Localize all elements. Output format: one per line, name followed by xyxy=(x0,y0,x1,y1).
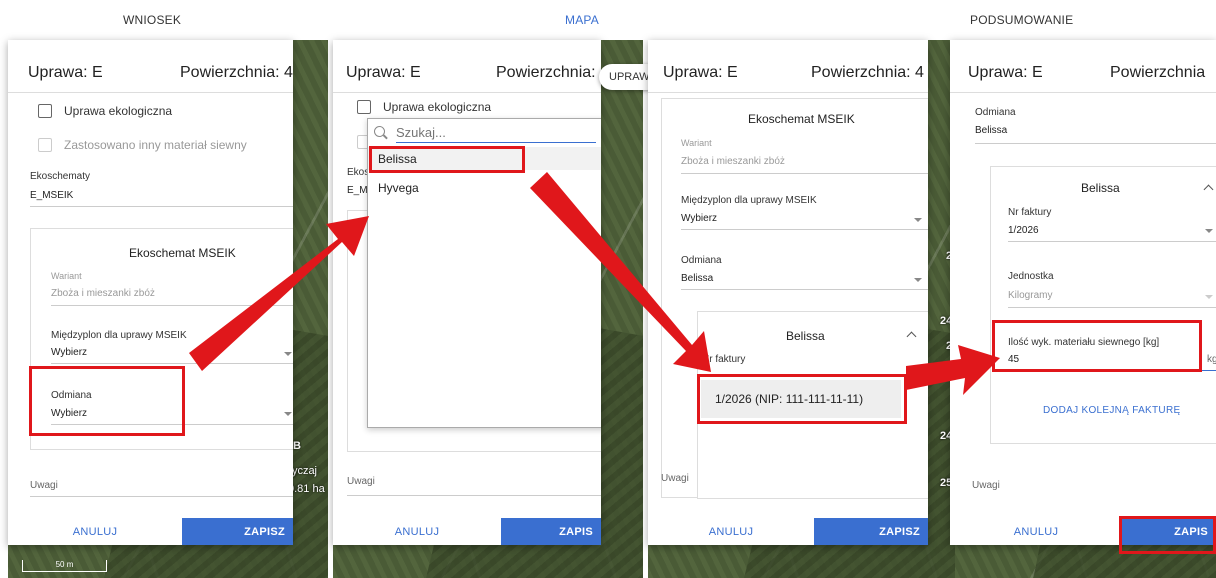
uwagi-label: Uwagi xyxy=(661,473,689,484)
add-invoice-button[interactable]: DODAJ KOLEJNĄ FAKTURĘ xyxy=(1043,405,1180,416)
miedzyplon-label: Międzyplon dla uprawy MSEIK xyxy=(51,330,187,341)
chevron-down-icon[interactable] xyxy=(1205,229,1213,233)
jednostka-select: Kilogramy xyxy=(1008,290,1053,301)
belissa-card: Belissa Nr faktury 1/2026 Jednostka Kilo… xyxy=(990,166,1216,444)
tab-mapa[interactable]: MAPA xyxy=(565,13,599,27)
mseik-title: Ekoschemat MSEIK xyxy=(748,112,855,126)
edit-panel-1: Uprawa: E Powierzchnia: 4, Uprawa ekolog… xyxy=(8,40,293,545)
map-scale: 50 m xyxy=(22,560,107,572)
save-button[interactable]: ZAPIS xyxy=(1122,518,1216,545)
uwagi-label: Uwagi xyxy=(347,476,375,487)
mseik-card: Ekoschemat MSEIK Wariant Zboża i mieszan… xyxy=(30,228,293,450)
uprawa-title: Uprawa: E xyxy=(663,64,738,81)
uwagi-label: Uwagi xyxy=(30,480,58,491)
cancel-button[interactable]: ANULUJ xyxy=(333,518,501,545)
chevron-down-icon[interactable] xyxy=(914,278,922,282)
checkbox-uprawa-ekologiczna[interactable]: Uprawa ekologiczna xyxy=(357,100,491,114)
cancel-button[interactable]: ANULUJ xyxy=(8,518,182,545)
powierzchnia-title: Powierzchnia: 4 xyxy=(811,64,924,81)
uprawa-title: Uprawa: E xyxy=(28,64,103,81)
chevron-down-icon[interactable] xyxy=(284,352,292,356)
chevron-up-icon[interactable] xyxy=(906,331,917,342)
uprawa-title: Uprawa: E xyxy=(968,64,1043,81)
map-label-ha: 0.81 ha xyxy=(288,483,325,495)
wariant-value: Zboża i mieszanki zbóż xyxy=(681,156,785,167)
tab-podsumowanie[interactable]: PODSUMOWANIE xyxy=(970,13,1073,27)
nr-faktury-label: Nr faktury xyxy=(1008,207,1052,218)
checkbox-uprawa-ekologiczna[interactable]: Uprawa ekologiczna xyxy=(38,104,172,118)
jednostka-label: Jednostka xyxy=(1008,271,1054,282)
chevron-down-icon[interactable] xyxy=(914,218,922,222)
nr-faktury-select[interactable]: 1/2026 xyxy=(1008,225,1039,236)
cancel-button[interactable]: ANULUJ xyxy=(648,518,814,545)
belissa-title: Belissa xyxy=(1081,181,1120,195)
odmiana-label: Odmiana xyxy=(51,390,92,401)
odmiana-label: Odmiana xyxy=(681,255,722,266)
powierzchnia-title: Powierzchnia: 4, xyxy=(180,64,293,81)
ekoschematy-value: E_MSEIK xyxy=(30,190,74,201)
odmiana-select[interactable]: Belissa xyxy=(681,273,713,284)
odmiana-select[interactable]: Wybierz xyxy=(51,408,87,419)
powierzchnia-title: Powierzchnia: xyxy=(496,64,596,81)
odmiana-select[interactable]: Belissa xyxy=(975,125,1007,136)
miedzyplon-select[interactable]: Wybierz xyxy=(681,213,717,224)
dropdown-option[interactable]: Hyvega xyxy=(378,181,419,195)
faktura-option[interactable]: 1/2026 (NIP: 111-111-11-11) xyxy=(701,380,901,418)
uprawa-title: Uprawa: E xyxy=(346,64,421,81)
wariant-label: Wariant xyxy=(51,271,82,281)
nr-faktury-label: Nr faktury xyxy=(702,354,746,365)
dropdown-option[interactable]: Belissa xyxy=(378,152,417,166)
mseik-title: Ekoschemat MSEIK xyxy=(129,246,236,260)
checkbox-icon[interactable] xyxy=(38,104,52,118)
mseik-card: Ekoschemat MSEIK Wariant Zboża i mieszan… xyxy=(661,98,928,499)
edit-panel-4: Uprawa: E Powierzchnia Odmiana Belissa B… xyxy=(950,40,1216,545)
odmiana-dropdown: Belissa Hyvega xyxy=(367,118,601,428)
cancel-button[interactable]: ANULUJ xyxy=(950,518,1122,545)
ilosc-label: Ilość wyk. materiału siewnego [kg] xyxy=(1008,337,1160,348)
ilosc-unit: kg xyxy=(1207,354,1216,365)
uwagi-label: Uwagi xyxy=(972,480,1000,491)
wariant-value: Zboża i mieszanki zbóż xyxy=(51,288,155,299)
save-button[interactable]: ZAPIS xyxy=(501,518,601,545)
edit-panel-2: Uprawa: E Powierzchnia: Uprawa ekologicz… xyxy=(333,40,601,545)
save-button[interactable]: ZAPISZ xyxy=(814,518,928,545)
belissa-title: Belissa xyxy=(786,329,825,343)
chevron-up-icon[interactable] xyxy=(1203,184,1214,195)
checkbox-icon[interactable] xyxy=(357,100,371,114)
map-label-b: B xyxy=(293,440,301,452)
wariant-label: Wariant xyxy=(681,138,712,148)
edit-panel-3: Uprawa: E Powierzchnia: 4 Ekoschemat MSE… xyxy=(648,40,928,545)
ekoschematy-label: Ekos xyxy=(347,167,370,178)
checkbox-inny-material: Zastosowano inny materiał siewny xyxy=(38,138,247,152)
chevron-down-icon[interactable] xyxy=(284,412,292,416)
save-button[interactable]: ZAPISZ xyxy=(182,518,293,545)
ekoschematy-value: E_M xyxy=(347,185,368,196)
ilosc-input[interactable]: 45 xyxy=(1008,354,1019,365)
checkbox-icon xyxy=(38,138,52,152)
ekoschematy-label: Ekoschematy xyxy=(30,171,91,182)
miedzyplon-label: Międzyplon dla uprawy MSEIK xyxy=(681,195,817,206)
odmiana-label: Odmiana xyxy=(975,107,1016,118)
search-input[interactable] xyxy=(396,123,596,143)
powierzchnia-title: Powierzchnia xyxy=(1110,64,1206,81)
miedzyplon-select[interactable]: Wybierz xyxy=(51,347,87,358)
tab-wniosek[interactable]: WNIOSEK xyxy=(123,13,181,27)
